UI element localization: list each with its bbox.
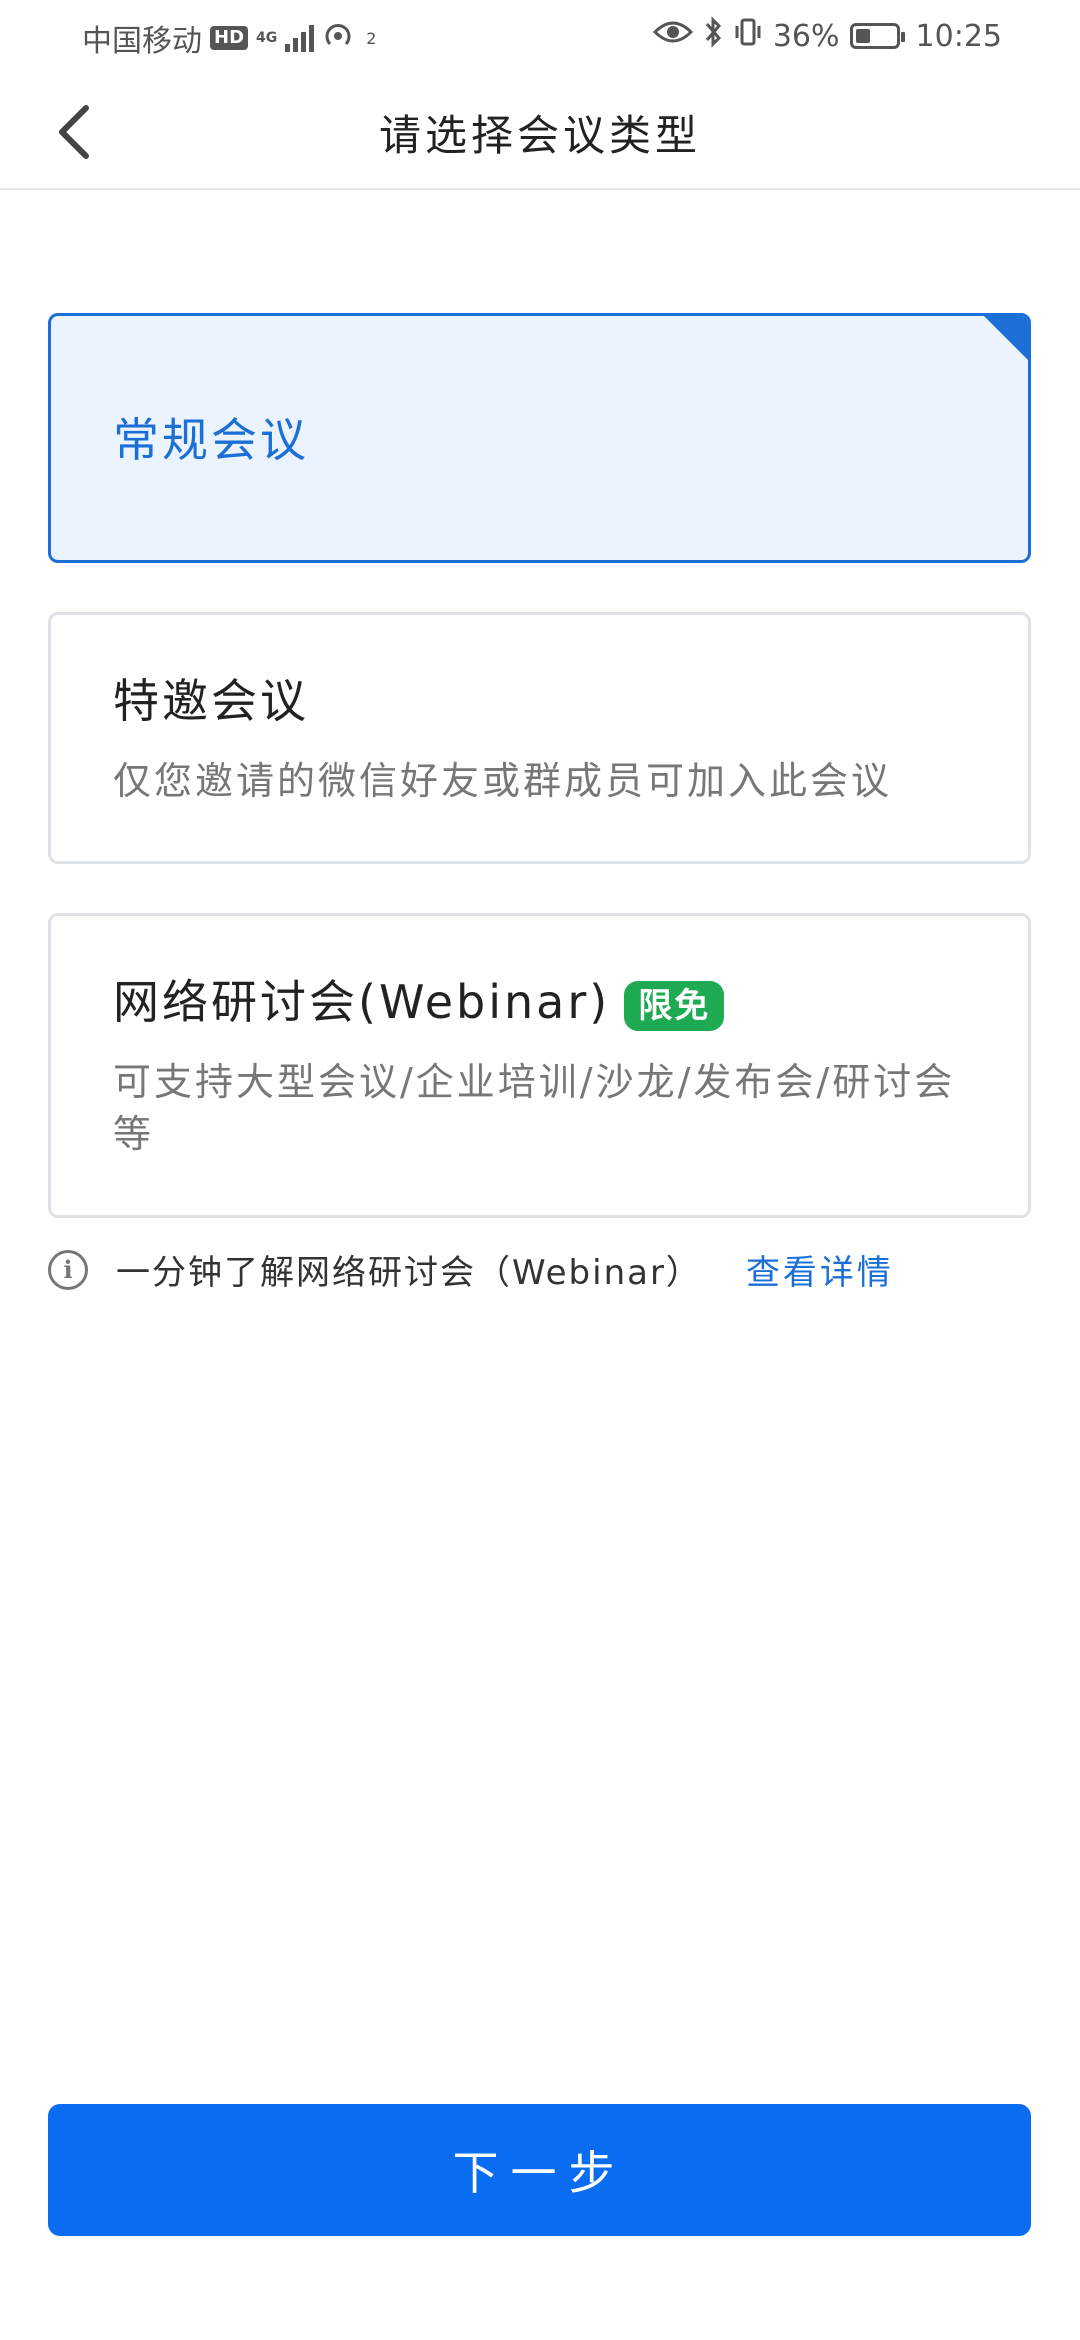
option-title: 特邀会议 bbox=[113, 674, 309, 728]
nav-bar: 请选择会议类型 bbox=[0, 72, 1080, 190]
option-title-row: 网络研讨会(Webinar) 限免 bbox=[113, 966, 725, 1032]
option-invited-meeting[interactable]: 特邀会议 仅您邀请的微信好友或群成员可加入此会议 bbox=[48, 612, 1031, 864]
option-title: 常规会议 bbox=[113, 413, 309, 467]
option-regular-meeting[interactable]: 常规会议 bbox=[48, 313, 1031, 563]
status-right: 36% 10:25 bbox=[652, 16, 1002, 56]
info-text: 一分钟了解网络研讨会（Webinar） bbox=[116, 1253, 702, 1293]
network-type-label: 4G bbox=[256, 30, 278, 46]
hd-icon: HD bbox=[210, 26, 249, 50]
free-tag-badge: 限免 bbox=[624, 980, 725, 1031]
eye-icon bbox=[652, 18, 693, 54]
battery-percent: 36% bbox=[772, 18, 840, 54]
option-title: 网络研讨会(Webinar) bbox=[113, 975, 611, 1029]
info-icon: i bbox=[48, 1249, 88, 1290]
carrier-label: 中国移动 bbox=[82, 24, 202, 59]
option-description: 仅您邀请的微信好友或群成员可加入此会议 bbox=[113, 759, 893, 803]
page-title: 请选择会议类型 bbox=[378, 111, 701, 160]
selected-corner-indicator bbox=[983, 316, 1028, 361]
signal-icon bbox=[285, 24, 315, 52]
status-left: 中国移动 HD 4G 2 bbox=[82, 16, 376, 60]
battery-icon bbox=[849, 23, 905, 49]
option-description: 可支持大型会议/企业培训/沙龙/发布会/研讨会等 bbox=[113, 1060, 956, 1156]
hotspot-count: 2 bbox=[366, 28, 377, 48]
webinar-info-row: i 一分钟了解网络研讨会（Webinar） 查看详情 bbox=[48, 1245, 894, 1294]
bluetooth-icon bbox=[703, 16, 723, 56]
next-step-button[interactable]: 下一步 bbox=[48, 2104, 1031, 2236]
option-webinar[interactable]: 网络研讨会(Webinar) 限免 可支持大型会议/企业培训/沙龙/发布会/研讨会… bbox=[48, 913, 1031, 1218]
clock: 10:25 bbox=[915, 18, 1002, 54]
view-details-link[interactable]: 查看详情 bbox=[746, 1245, 894, 1294]
status-bar: 中国移动 HD 4G 2 36% 10:25 bbox=[0, 0, 1080, 72]
vibrate-icon bbox=[733, 17, 763, 55]
hotspot-icon bbox=[322, 18, 358, 58]
